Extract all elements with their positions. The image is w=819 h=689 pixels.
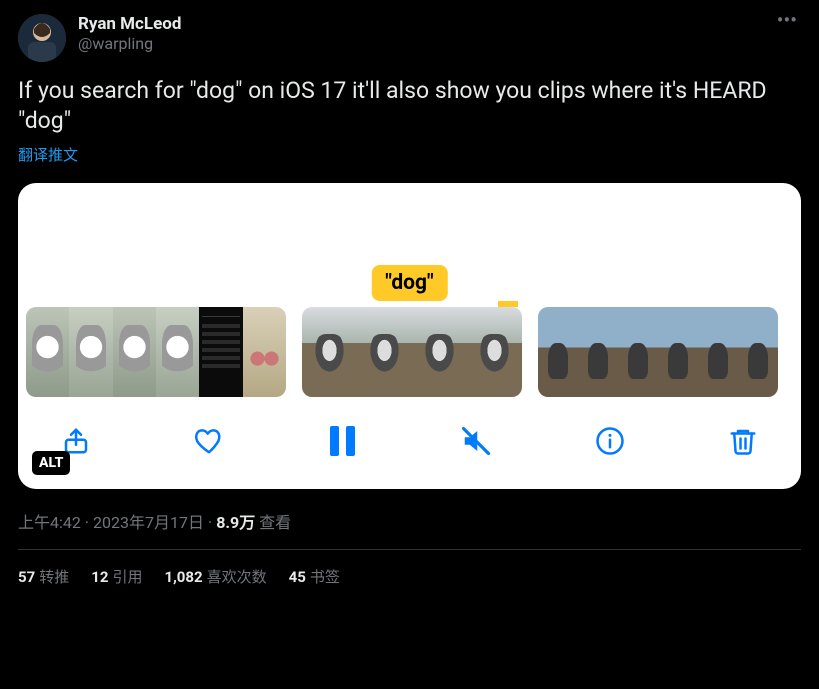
tweet-date[interactable]: 2023年7月17日 [93,513,204,532]
avatar[interactable] [18,14,66,62]
clip-2[interactable] [302,307,522,397]
translate-link[interactable]: 翻译推文 [18,144,801,165]
views-count[interactable]: 8.9万 [216,513,255,532]
clip-frame [738,307,778,397]
clip-frame [412,307,467,397]
stat-likes[interactable]: 1,082喜欢次数 [164,566,266,587]
stat-bookmarks[interactable]: 45书签 [289,566,340,587]
heart-icon[interactable] [187,419,231,463]
clip-frame [69,307,112,397]
media-caption-area: "dog" [18,183,801,307]
clip-frame [618,307,658,397]
video-timeline[interactable] [18,307,801,397]
tweet-stats: 57转推 12引用 1,082喜欢次数 45书签 [18,550,801,587]
stat-quotes[interactable]: 12引用 [91,566,142,587]
alt-badge[interactable]: ALT [32,451,70,475]
caption-chip: "dog" [371,265,447,301]
tweet-text: If you search for "dog" on iOS 17 it'll … [18,76,801,136]
media-toolbar [18,397,801,489]
tweet-header: Ryan McLeod @warpling ••• [18,14,801,62]
pause-icon[interactable] [321,419,365,463]
tweet: Ryan McLeod @warpling ••• If you search … [0,0,819,587]
tweet-time[interactable]: 上午4:42 [18,513,81,532]
clip-frame [578,307,618,397]
clip-frame [658,307,698,397]
clip-frame [199,307,242,397]
author-identity[interactable]: Ryan McLeod @warpling [78,14,761,54]
clip-frame [698,307,738,397]
clip-3[interactable] [538,307,778,397]
display-name: Ryan McLeod [78,14,761,34]
info-icon[interactable] [588,419,632,463]
mute-icon[interactable] [454,419,498,463]
clip-frame [357,307,412,397]
clip-1[interactable] [26,307,286,397]
clip-frame [302,307,357,397]
handle: @warpling [78,34,761,54]
clip-frame [467,307,522,397]
stat-retweets[interactable]: 57转推 [18,566,69,587]
tweet-meta: 上午4:42·2023年7月17日·8.9万 查看 [18,509,801,533]
clip-frame [156,307,199,397]
clip-frame [538,307,578,397]
media-card[interactable]: "dog" [18,183,801,489]
trash-icon[interactable] [721,419,765,463]
clip-frame [26,307,69,397]
views-label: 查看 [259,513,291,532]
clip-frame [243,307,286,397]
more-icon[interactable]: ••• [773,14,801,26]
clip-frame [113,307,156,397]
